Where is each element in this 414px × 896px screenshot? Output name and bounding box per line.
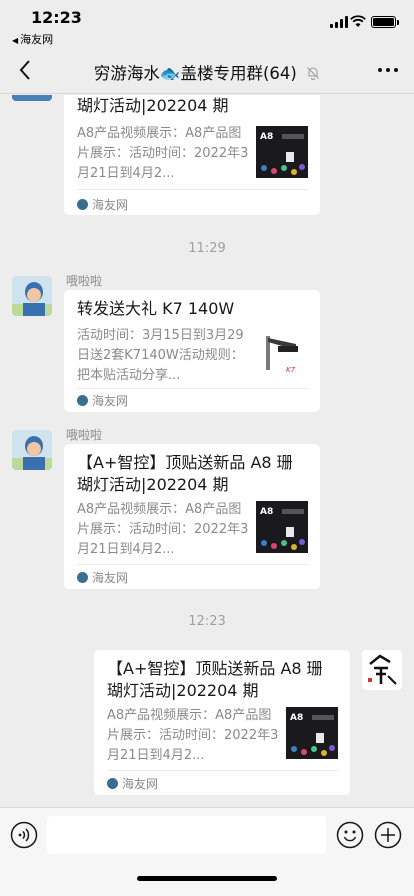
card-thumbnail: A8	[256, 126, 308, 178]
thumb-label: K7	[286, 366, 296, 374]
status-bar: 12:23 ◀ 海友网	[0, 0, 414, 48]
avatar[interactable]	[12, 95, 52, 101]
card-source-label: 海友网	[92, 198, 129, 212]
card-description: 活动时间：3月15日到3月29日送2套K7140W活动规则：把本贴活动分享...	[77, 328, 244, 383]
card-title: 【A+智控】顶贴送新品 A8 珊瑚灯活动|202204 期	[77, 453, 293, 494]
cellular-signal-icon	[330, 16, 348, 28]
link-card[interactable]: 【A+智控】顶贴送新品 A8 珊瑚灯活动|202204 期 A8产品视频展示：A…	[64, 444, 320, 589]
link-card[interactable]: 转发送大礼 K7 140W 活动时间：3月15日到3月29日送2套K7140W活…	[64, 290, 320, 412]
avatar[interactable]	[12, 430, 52, 470]
status-time: 12:23	[31, 8, 82, 27]
source-logo-icon	[77, 395, 88, 406]
battery-icon	[371, 16, 399, 28]
card-source: 海友网	[77, 392, 128, 409]
thumb-label: A8	[260, 507, 273, 517]
sender-name: 哦啦啦	[66, 428, 103, 442]
card-divider	[77, 189, 308, 190]
card-divider	[107, 770, 338, 771]
emoji-icon[interactable]	[336, 821, 364, 849]
card-source-label: 海友网	[92, 571, 129, 585]
link-card[interactable]: 【A+智控】顶贴送新品 A8 珊瑚灯活动|202204 期 A8产品视频展示：A…	[94, 650, 350, 795]
card-source: 海友网	[77, 569, 128, 586]
back-app-label: 海友网	[20, 33, 54, 46]
card-title: 【A+智控】顶贴送新品 A8 珊瑚灯活动|202204 期	[107, 659, 323, 700]
card-divider	[77, 564, 308, 565]
input-bar	[0, 807, 414, 896]
link-card[interactable]: 【A+智控】顶贴送新品 A8 珊瑚灯活动|202204 期 A8产品视频展示：A…	[64, 95, 320, 215]
message-input[interactable]	[47, 816, 326, 854]
mute-bell-icon	[307, 67, 319, 80]
card-description: A8产品视频展示：A8产品图片展示：活动时间：2022年3月21日到4月2...	[107, 708, 279, 763]
source-logo-icon	[77, 199, 88, 210]
sender-name: 哦啦啦	[66, 274, 103, 288]
card-description: A8产品视频展示：A8产品图片展示：活动时间：2022年3月21日到4月2...	[77, 502, 249, 557]
time-divider: 11:29	[188, 241, 226, 256]
back-to-app-link[interactable]: ◀ 海友网	[12, 31, 53, 47]
avatar[interactable]	[362, 650, 402, 690]
voice-input-icon[interactable]	[10, 821, 38, 849]
thumb-label: A8	[260, 132, 273, 142]
card-divider	[77, 388, 308, 389]
more-options-icon[interactable]	[376, 60, 400, 80]
card-description: A8产品视频展示：A8产品图片展示：活动时间：2022年3月21日到4月2...	[77, 126, 249, 181]
card-title: 【A+智控】顶贴送新品 A8 珊瑚灯活动|202204 期	[77, 96, 229, 115]
source-logo-icon	[77, 572, 88, 583]
card-thumbnail: K7	[256, 328, 308, 380]
wifi-icon	[350, 15, 366, 27]
card-title: 转发送大礼 K7 140W	[77, 299, 235, 318]
time-divider: 12:23	[188, 614, 226, 629]
chat-title: 穷游海水🐟盖楼专用群(64)	[0, 60, 414, 84]
card-thumbnail: A8	[286, 707, 338, 759]
home-indicator	[137, 876, 277, 881]
card-source-label: 海友网	[92, 394, 129, 408]
chat-header: 穷游海水🐟盖楼专用群(64)	[0, 48, 414, 94]
thumb-label: A8	[290, 713, 303, 723]
card-source-label: 海友网	[122, 777, 159, 791]
card-source: 海友网	[77, 196, 128, 213]
source-logo-icon	[107, 778, 118, 789]
card-source: 海友网	[107, 775, 158, 792]
chat-title-text: 穷游海水🐟盖楼专用群(64)	[93, 64, 297, 83]
chat-message-list[interactable]: 【A+智控】顶贴送新品 A8 珊瑚灯活动|202204 期 A8产品视频展示：A…	[0, 95, 414, 807]
card-thumbnail: A8	[256, 501, 308, 553]
avatar[interactable]	[12, 276, 52, 316]
plus-icon[interactable]	[374, 821, 402, 849]
back-triangle-icon: ◀	[12, 36, 19, 45]
